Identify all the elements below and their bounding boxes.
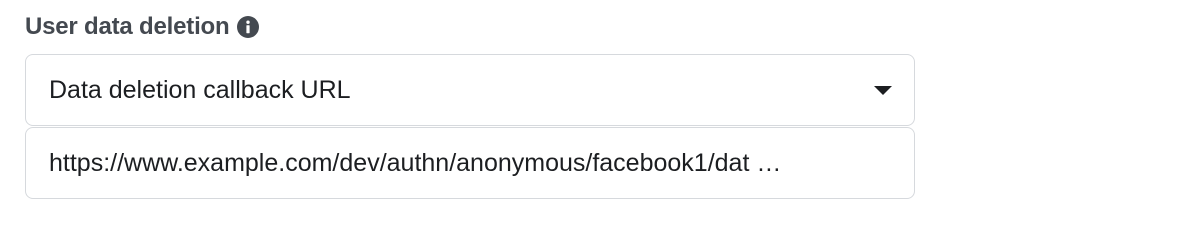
deletion-method-dropdown[interactable]: Data deletion callback URL bbox=[25, 54, 915, 126]
section-header: User data deletion bbox=[25, 10, 915, 44]
callback-url-input[interactable]: https://www.example.com/dev/authn/anonym… bbox=[25, 127, 915, 199]
section-title: User data deletion bbox=[25, 13, 230, 40]
info-circle-icon[interactable] bbox=[237, 16, 260, 38]
dropdown-selected-value: Data deletion callback URL bbox=[49, 75, 351, 104]
callback-url-value: https://www.example.com/dev/authn/anonym… bbox=[49, 148, 782, 177]
caret-down-icon bbox=[874, 85, 892, 95]
user-data-deletion-section: User data deletion Data deletion callbac… bbox=[25, 10, 915, 199]
